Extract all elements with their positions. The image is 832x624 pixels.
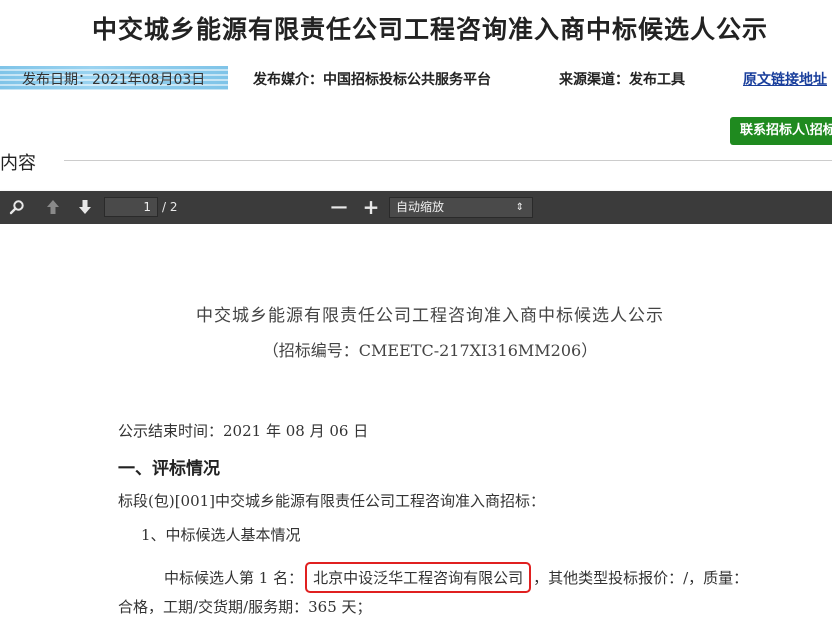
zoom-out-icon[interactable]: —	[328, 191, 350, 224]
page-number-input[interactable]: 1	[104, 197, 158, 217]
section-divider	[64, 160, 832, 161]
source-channel: 来源渠道：发布工具	[559, 72, 685, 88]
original-link[interactable]: 原文链接地址	[743, 69, 827, 89]
contact-tenderer-button[interactable]: 联系招标人\招标	[730, 117, 832, 145]
candidate-info-heading: 1、中标候选人基本情况	[141, 526, 301, 544]
candidate-line: 中标候选人第 1 名： 北京中设泛华工程咨询有限公司 ，其他类型投标报价：/，质量：	[164, 562, 748, 593]
candidate-rank: 中标候选人第 1 名：	[164, 569, 304, 587]
pdf-document: 中交城乡能源有限责任公司工程咨询准入商中标候选人公示 （招标编号：CMEETC-…	[0, 224, 832, 624]
page-title: 中交城乡能源有限责任公司工程咨询准入商中标候选人公示	[91, 15, 768, 44]
chevron-updown-icon: ⇕	[515, 202, 524, 213]
notice-end-time: 公示结束时间：2021 年 08 月 06 日	[118, 422, 369, 440]
evaluation-heading: 一、评标情况	[118, 459, 220, 479]
document-title: 中交城乡能源有限责任公司工程咨询准入商中标候选人公示	[196, 306, 664, 326]
service-term: 合格，工期/交货期/服务期：365 天；	[118, 598, 372, 616]
search-icon[interactable]	[6, 191, 28, 224]
publish-media: 发布媒介：中国招标投标公共服务平台	[253, 72, 491, 88]
zoom-in-icon[interactable]: +	[360, 191, 382, 224]
previous-page-icon[interactable]	[42, 191, 64, 224]
meta-row: 发布日期：2021年08月03日 发布媒介：中国招标投标公共服务平台 来源渠道：…	[0, 66, 832, 90]
pdf-toolbar: 1 / 2 — + 自动缩放 ⇕	[0, 191, 832, 224]
lot-description: 标段(包)[001]中交城乡能源有限责任公司工程咨询准入商招标：	[118, 492, 546, 510]
candidate-quote: ，其他类型投标报价：/，质量：	[533, 569, 749, 587]
section-label: 内容	[0, 153, 36, 174]
zoom-select[interactable]: 自动缩放 ⇕	[389, 197, 533, 218]
publish-date: 发布日期：2021年08月03日	[22, 72, 206, 88]
candidate-name-highlight: 北京中设泛华工程咨询有限公司	[305, 562, 532, 593]
tender-code: （招标编号：CMEETC-217XI316MM206）	[262, 341, 598, 360]
page-total: / 2	[162, 200, 178, 214]
next-page-icon[interactable]	[74, 191, 96, 224]
zoom-value: 自动缩放	[396, 200, 445, 214]
